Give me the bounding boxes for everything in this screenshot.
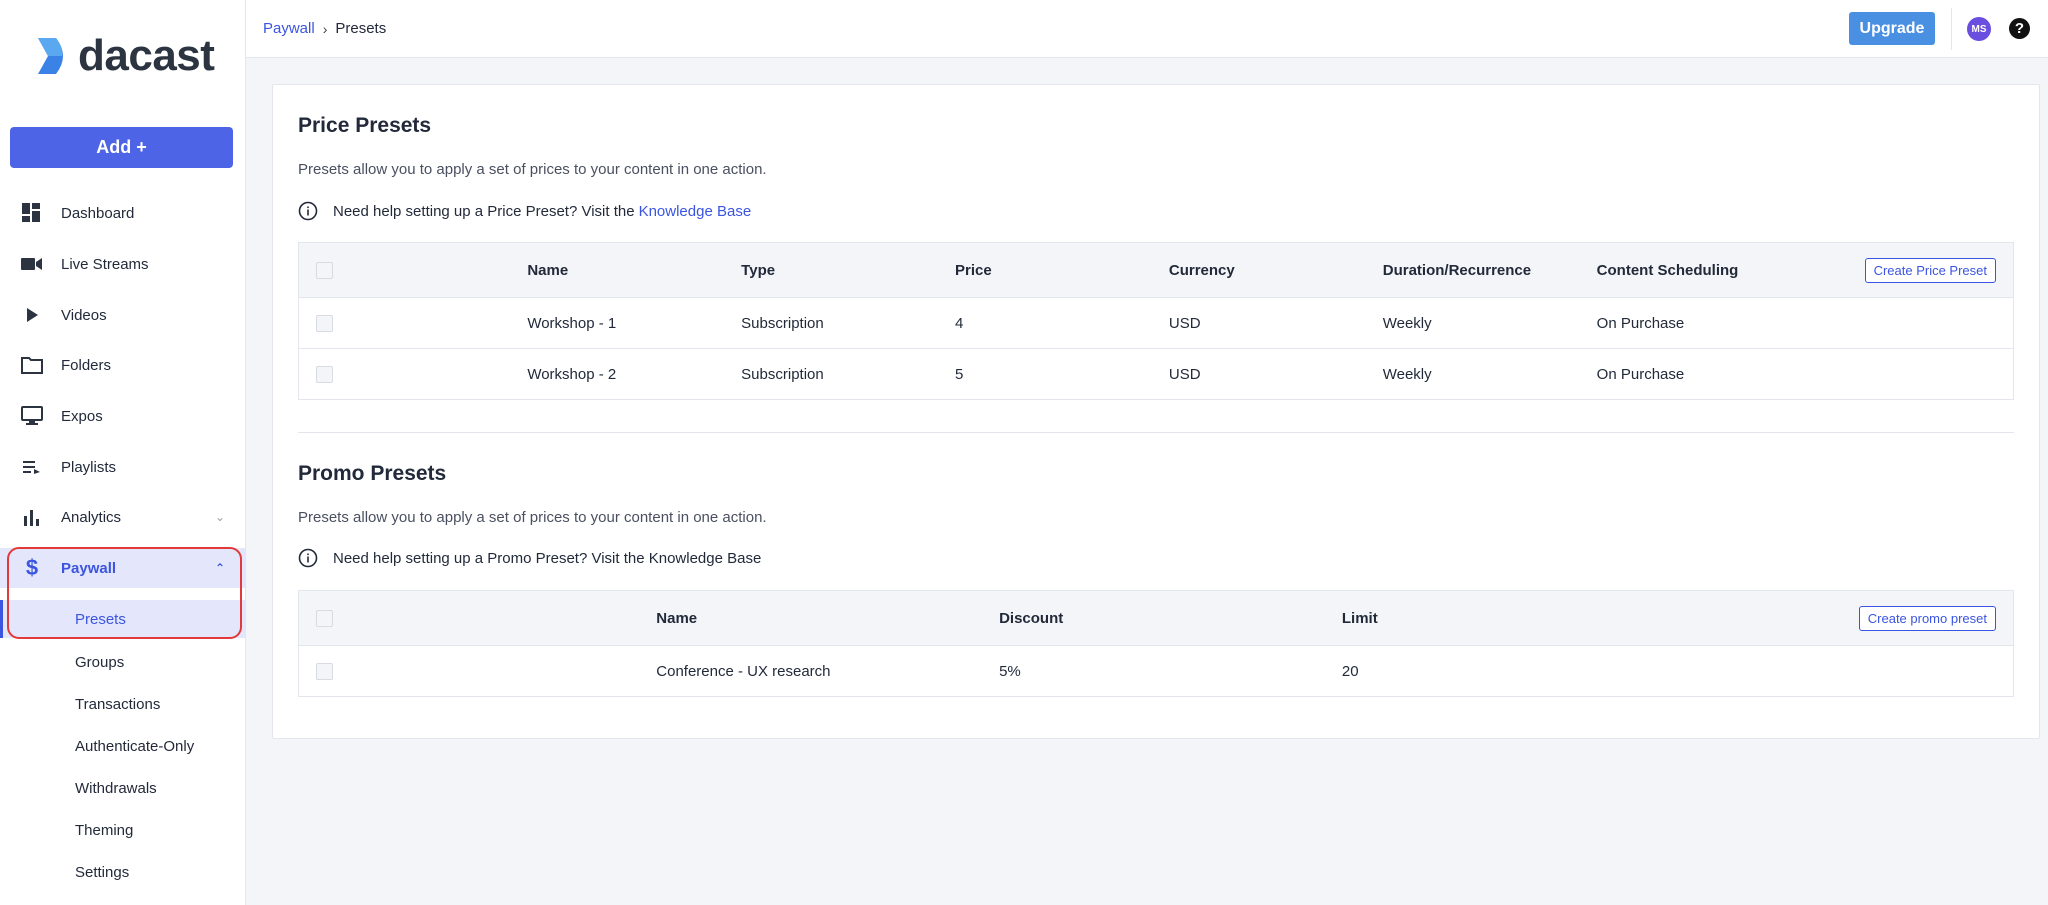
dacast-logo-icon [38, 38, 63, 74]
price-presets-title: Price Presets [298, 114, 432, 137]
table-row[interactable]: Workshop - 1 Subscription 4 USD Weekly O… [298, 297, 2014, 349]
sidebar-item-label: Dashboard [61, 204, 135, 222]
sidebar-subitem-settings[interactable]: Settings [0, 853, 245, 891]
cell-scheduling: On Purchase [1596, 297, 1811, 349]
knowledge-base-link[interactable]: Knowledge Base [639, 203, 752, 220]
bar-chart-icon [21, 506, 43, 528]
cell-price: 5 [955, 348, 1169, 400]
logo-text: dacast [78, 31, 215, 80]
presets-card: Price Presets Presets allow you to apply… [272, 84, 2040, 739]
cell-currency: USD [1168, 297, 1383, 349]
cell-name: Conference - UX research [656, 645, 1000, 697]
sidebar-item-label: Expos [61, 407, 103, 425]
folder-icon [21, 354, 43, 376]
sidebar-item-folders[interactable]: Folders [0, 345, 245, 385]
chevron-up-icon: ⌃ [214, 561, 225, 575]
price-presets-table: Name Type Price Currency Duration/Recurr… [298, 242, 2014, 400]
chevron-right-icon: › [322, 20, 328, 37]
column-header-discount: Discount [999, 590, 1342, 646]
promo-presets-help-text: Need help setting up a Promo Preset? Vis… [333, 549, 762, 567]
add-button[interactable]: Add + [10, 127, 233, 168]
cell-name: Workshop - 1 [527, 297, 742, 349]
sidebar-subitem-groups[interactable]: Groups [0, 643, 245, 681]
row-checkbox[interactable] [316, 365, 333, 383]
promo-presets-description: Presets allow you to apply a set of pric… [298, 509, 767, 526]
sidebar-item-label: Live Streams [61, 255, 149, 273]
column-header-limit: Limit [1341, 590, 1685, 646]
sidebar-item-label: Paywall [61, 559, 117, 577]
playlist-icon [21, 456, 43, 478]
sidebar-item-label: Analytics [61, 508, 122, 526]
select-all-checkbox[interactable] [316, 609, 333, 627]
video-camera-icon [21, 253, 43, 275]
cell-duration: Weekly [1382, 348, 1597, 400]
sidebar-item-analytics[interactable]: Analytics ⌄ [0, 497, 245, 537]
price-presets-description: Presets allow you to apply a set of pric… [298, 161, 767, 178]
select-all-checkbox[interactable] [316, 261, 333, 279]
cell-type: Subscription [741, 348, 956, 400]
sidebar-item-live-streams[interactable]: Live Streams [0, 244, 245, 284]
cell-duration: Weekly [1382, 297, 1597, 349]
create-price-preset-button[interactable]: Create Price Preset [1864, 257, 1996, 283]
sidebar-item-label: Videos [61, 306, 107, 324]
promo-presets-title: Promo Presets [298, 462, 447, 485]
chevron-down-icon: ⌄ [214, 510, 225, 524]
column-header-name: Name [527, 242, 742, 298]
price-presets-help: Need help setting up a Price Preset? Vis… [298, 201, 751, 221]
row-checkbox[interactable] [316, 314, 333, 332]
column-header-duration: Duration/Recurrence [1382, 242, 1597, 298]
column-header-type: Type [741, 242, 956, 298]
dollar-icon: $ [25, 555, 39, 580]
help-icon[interactable]: ? [2009, 18, 2030, 39]
top-bar: Paywall › Presets Upgrade MS ? [246, 0, 2048, 58]
column-header-price: Price [955, 242, 1169, 298]
cell-discount: 5% [999, 645, 1342, 697]
column-header-currency: Currency [1168, 242, 1383, 298]
column-header-name: Name [656, 590, 1000, 646]
table-header-row: Name Discount Limit Create promo preset [298, 590, 2014, 646]
sidebar-item-expos[interactable]: Expos [0, 396, 245, 436]
table-row[interactable]: Conference - UX research 5% 20 [298, 645, 2014, 697]
table-row[interactable]: Workshop - 2 Subscription 5 USD Weekly O… [298, 348, 2014, 400]
breadcrumb: Paywall › Presets [263, 20, 386, 37]
promo-presets-table: Name Discount Limit Create promo preset … [298, 590, 2014, 697]
sidebar-item-videos[interactable]: Videos [0, 295, 245, 335]
sidebar-item-paywall[interactable]: $ Paywall ⌃ [0, 548, 245, 588]
upgrade-button[interactable]: Upgrade [1849, 12, 1935, 45]
sidebar-item-label: Playlists [61, 458, 117, 476]
sidebar-subitem-transactions[interactable]: Transactions [0, 685, 245, 723]
cell-limit: 20 [1341, 645, 1685, 697]
breadcrumb-paywall-link[interactable]: Paywall [263, 20, 315, 37]
cell-scheduling: On Purchase [1596, 348, 1811, 400]
table-header-row: Name Type Price Currency Duration/Recurr… [298, 242, 2014, 298]
avatar[interactable]: MS [1967, 17, 1991, 41]
price-presets-help-text: Need help setting up a Price Preset? Vis… [333, 202, 635, 220]
dacast-logo[interactable]: dacast [36, 31, 215, 80]
info-icon [298, 548, 318, 568]
dashboard-icon [21, 202, 43, 224]
cell-currency: USD [1168, 348, 1383, 400]
sidebar-subitem-presets[interactable]: Presets [0, 600, 245, 638]
sidebar-subitem-withdrawals[interactable]: Withdrawals [0, 769, 245, 807]
sidebar-subitem-authenticate-only[interactable]: Authenticate-Only [0, 727, 245, 765]
header-divider [1951, 8, 1952, 50]
play-icon [21, 304, 43, 326]
sidebar-subitem-theming[interactable]: Theming [0, 811, 245, 849]
monitor-icon [21, 405, 43, 427]
sidebar-item-playlists[interactable]: Playlists [0, 447, 245, 487]
section-divider [298, 432, 2014, 433]
column-header-content-scheduling: Content Scheduling [1596, 242, 1811, 298]
cell-price: 4 [955, 297, 1169, 349]
sidebar-item-dashboard[interactable]: Dashboard [0, 193, 245, 233]
create-promo-preset-button[interactable]: Create promo preset [1858, 605, 1996, 631]
cell-type: Subscription [741, 297, 956, 349]
sidebar: dacast Add + Dashboard Live Streams Vide… [0, 0, 246, 905]
breadcrumb-current: Presets [335, 20, 387, 37]
sidebar-item-label: Folders [61, 356, 112, 374]
cell-name: Workshop - 2 [527, 348, 742, 400]
promo-presets-help: Need help setting up a Promo Preset? Vis… [298, 548, 761, 568]
info-icon [298, 201, 318, 221]
row-checkbox[interactable] [316, 662, 333, 680]
